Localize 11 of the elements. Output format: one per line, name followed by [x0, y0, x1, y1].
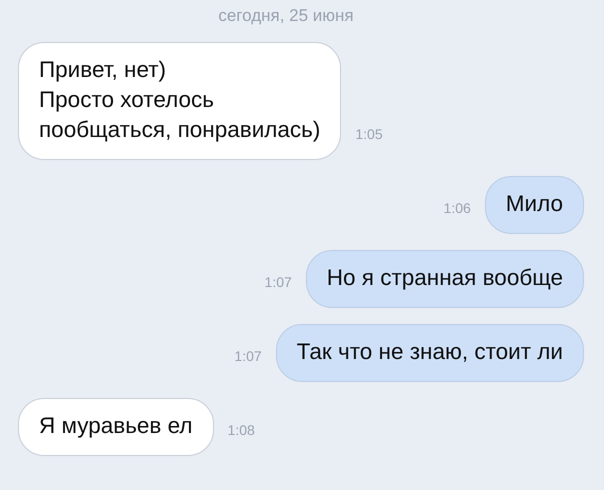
message-time: 1:06 — [444, 200, 471, 216]
message-bubble: Я муравьев ел — [18, 398, 214, 456]
message-bubble: Привет, нет) Просто хотелось пообщаться, понравилась) — [18, 42, 342, 160]
message-time: 1:07 — [234, 348, 262, 364]
date-header: сегодня, 25 июня — [218, 6, 354, 26]
message-time: 1:07 — [264, 274, 292, 290]
message-bubble: Так что не знаю, стоит ли — [276, 324, 584, 382]
message-time: 1:05 — [355, 126, 383, 142]
message-bubble: Мило — [484, 176, 584, 234]
message-bubble: Но я странная вообще — [306, 250, 584, 308]
message-time: 1:08 — [228, 422, 255, 438]
